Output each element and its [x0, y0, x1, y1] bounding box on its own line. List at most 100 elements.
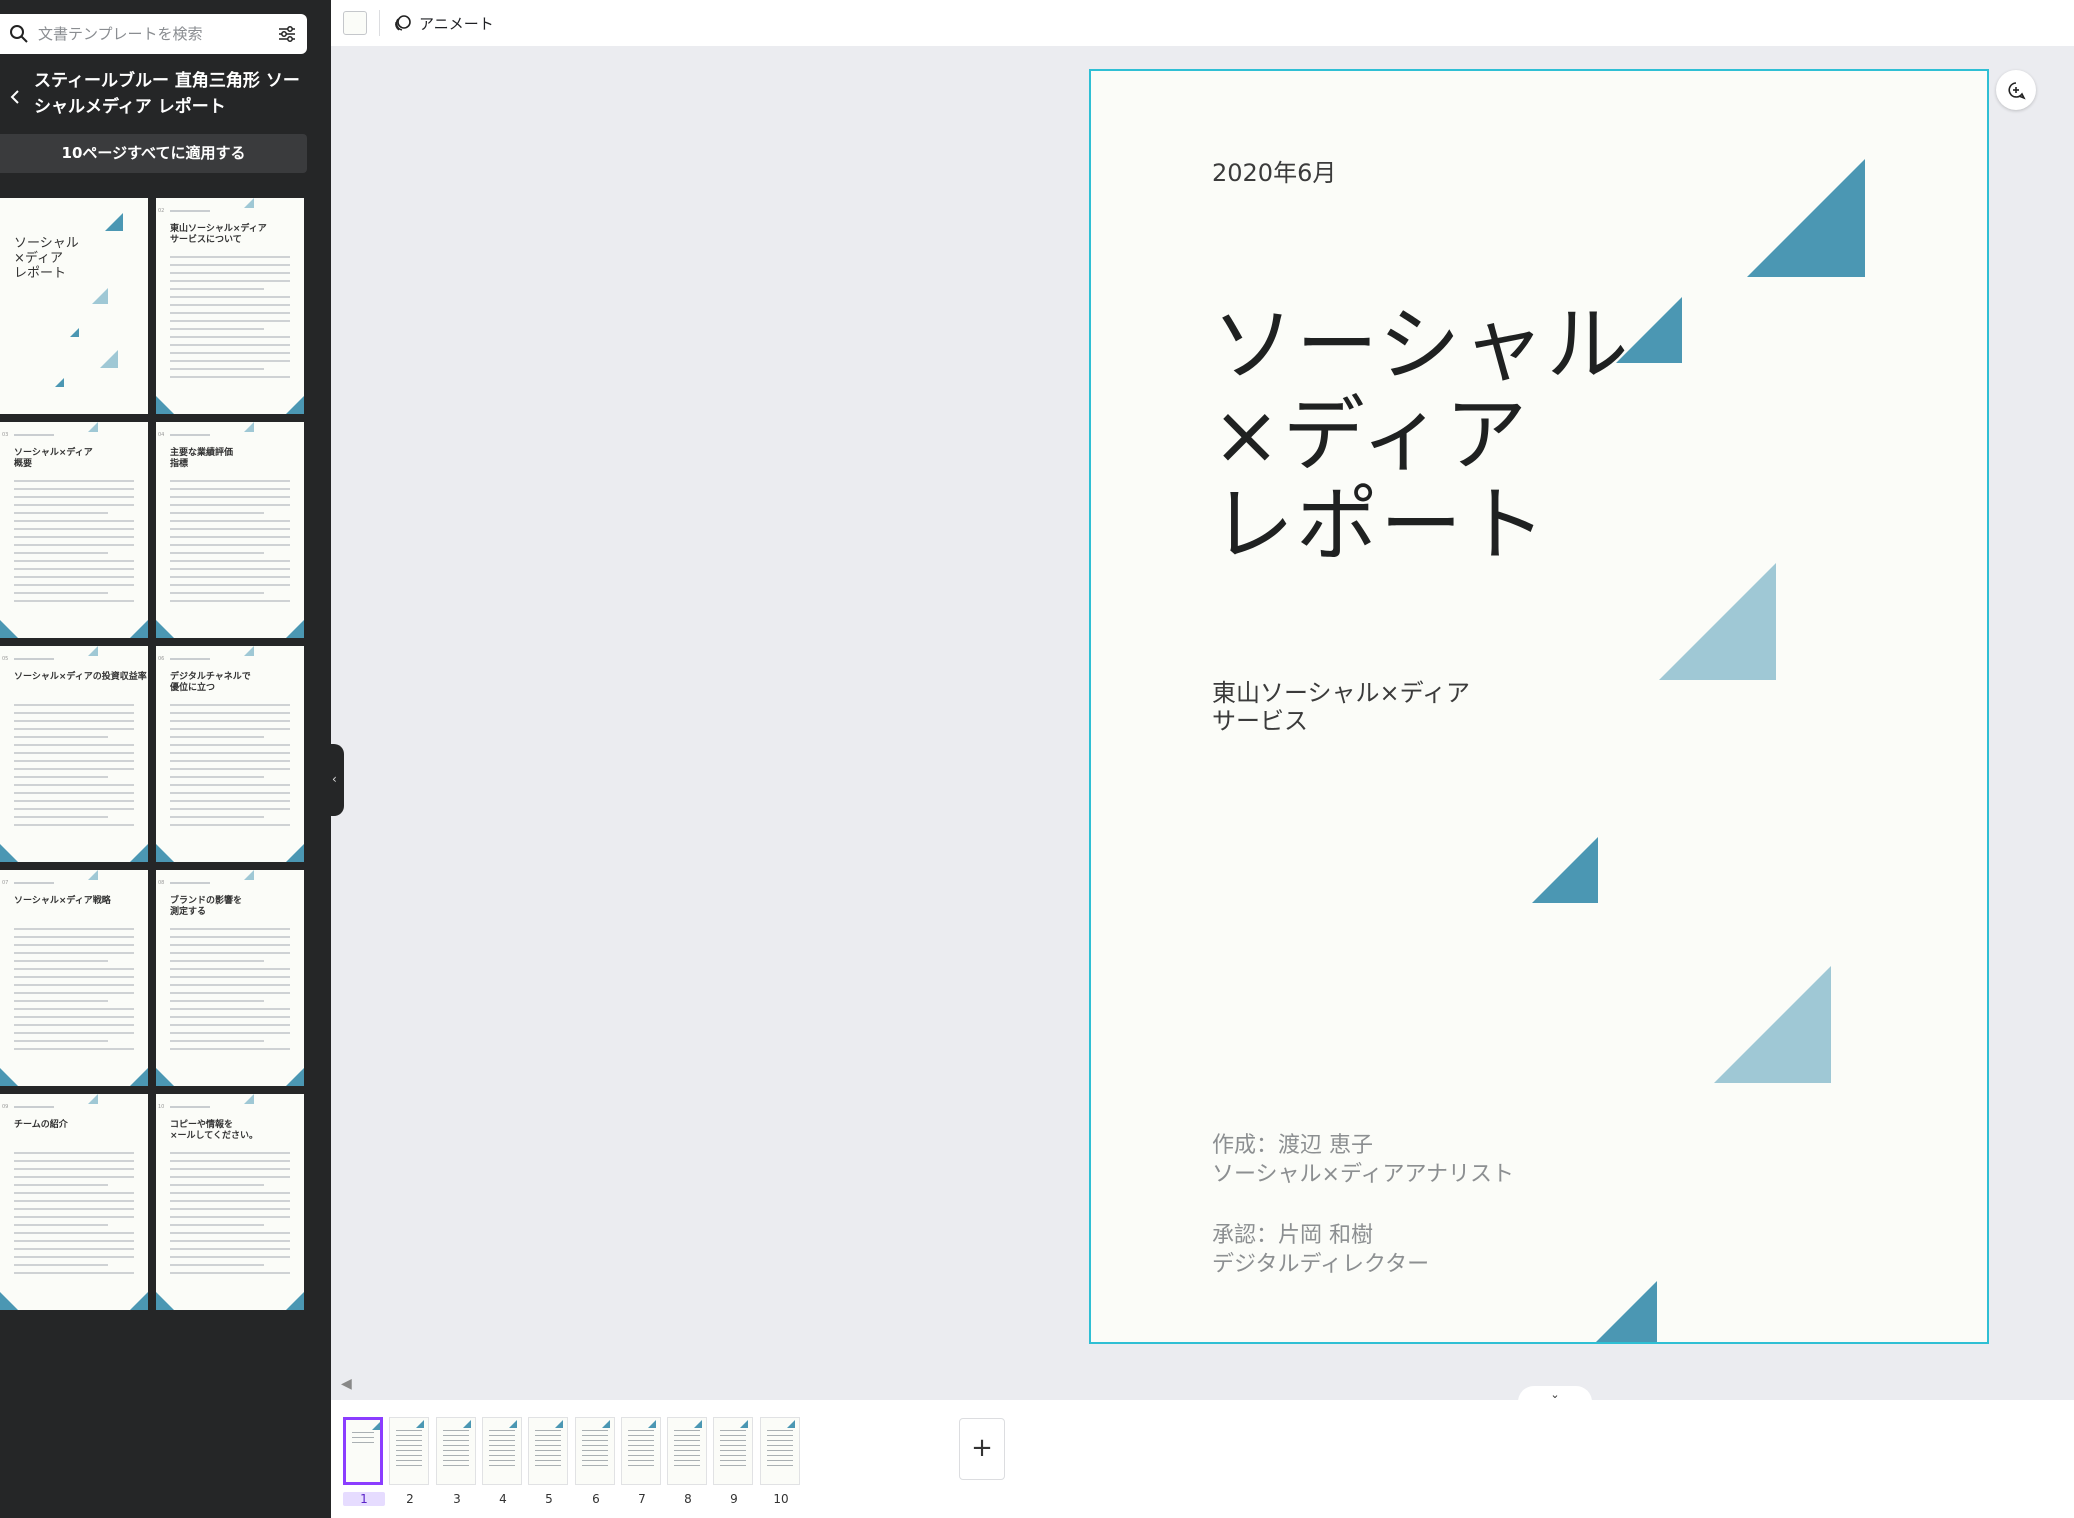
text-placeholder-line — [720, 1465, 746, 1466]
template-header: スティールブルー 直角三角形 ソーシャルメディア レポート — [0, 68, 331, 124]
text-placeholder-line — [14, 1192, 134, 1194]
triangle-shape — [286, 844, 304, 862]
page-thumbnail[interactable] — [482, 1417, 522, 1485]
page-thumbnail[interactable] — [343, 1417, 383, 1485]
template-page-heading: チームの紹介 — [14, 1120, 68, 1130]
add-page-button[interactable]: + — [959, 1418, 1005, 1480]
divider-line — [14, 434, 54, 436]
text-placeholder-line — [170, 1032, 290, 1034]
template-page-thumbnail[interactable]: 03 ソーシャル×ディア 概要 — [0, 422, 148, 638]
text-placeholder-line — [170, 528, 290, 530]
page-thumbnail[interactable] — [667, 1417, 707, 1485]
page-number-label: 6 — [592, 1492, 600, 1506]
text-placeholder-line — [352, 1437, 374, 1438]
template-page-thumbnail[interactable]: 10 コピーや情報を ×ールしてください。 — [156, 1094, 304, 1310]
report-approver[interactable]: 承認：片岡 和樹 デジタルディレクター — [1212, 1221, 1429, 1279]
triangle-shape — [156, 1292, 174, 1310]
apply-all-pages-button[interactable]: 10ページすべてに適用する — [0, 134, 307, 173]
triangle-shape — [463, 1420, 471, 1428]
page-thumbnail[interactable] — [389, 1417, 429, 1485]
page-thumbnail[interactable] — [436, 1417, 476, 1485]
text-placeholder-line — [170, 776, 264, 778]
text-placeholder-line — [170, 1040, 264, 1042]
triangle-shape[interactable] — [1532, 837, 1598, 903]
text-placeholder-line — [170, 736, 264, 738]
template-page-thumbnail[interactable]: 07 ソーシャル×ディア戦略 — [0, 870, 148, 1086]
template-page-thumbnail[interactable]: 02 東山ソーシャル×ディア サービスについて — [156, 198, 304, 414]
text-placeholder-line — [14, 736, 108, 738]
text-placeholder-line — [170, 336, 290, 338]
triangle-shape — [648, 1420, 656, 1428]
report-subtitle[interactable]: 東山ソーシャル×ディア サービス — [1212, 679, 1470, 735]
chevron-left-icon[interactable] — [6, 88, 24, 106]
add-comment-button[interactable] — [1996, 70, 2036, 110]
add-comment-icon — [2008, 82, 2026, 100]
collapse-sidebar-handle[interactable]: ‹ — [331, 744, 344, 816]
page-thumbnail[interactable] — [760, 1417, 800, 1485]
text-placeholder-line — [582, 1445, 608, 1446]
text-placeholder-line — [14, 1216, 134, 1218]
text-placeholder-line — [396, 1430, 422, 1431]
template-page-thumbnail[interactable]: 08 ブランドの影響を 測定する — [156, 870, 304, 1086]
page-thumbnail[interactable] — [713, 1417, 753, 1485]
template-page-thumbnail[interactable]: 06 デジタルチャネルで 優位に立つ — [156, 646, 304, 862]
text-placeholder-line — [14, 792, 134, 794]
text-placeholder-line — [170, 760, 290, 762]
triangle-shape — [156, 620, 174, 638]
text-placeholder-line — [14, 600, 134, 602]
page-thumbnail[interactable] — [621, 1417, 661, 1485]
text-placeholder-line — [170, 992, 290, 994]
report-title-line: ×ディア — [1212, 388, 1529, 483]
text-placeholder-line — [14, 944, 134, 946]
scroll-left-icon[interactable]: ◀ — [341, 1376, 352, 1392]
background-color-swatch[interactable] — [343, 11, 367, 35]
template-page-thumbnail[interactable]: ソーシャル ×ディア レポート — [0, 198, 148, 414]
author-line: ソーシャル×ディアアナリスト — [1212, 1162, 1515, 1187]
text-placeholder-line — [628, 1435, 654, 1436]
page-thumbnail[interactable] — [575, 1417, 615, 1485]
template-page-heading: 東山ソーシャル×ディア サービスについて — [170, 224, 267, 245]
report-date[interactable]: 2020年6月 — [1212, 153, 1336, 188]
template-page-thumbnail[interactable]: 05 ソーシャル×ディアの投資収益率 — [0, 646, 148, 862]
triangle-shape — [509, 1420, 517, 1428]
report-author[interactable]: 作成：渡辺 恵子 ソーシャル×ディアアナリスト — [1212, 1131, 1514, 1189]
text-placeholder-line — [170, 752, 290, 754]
text-placeholder-line — [170, 256, 290, 258]
template-page-thumbnail[interactable]: 04 主要な業績評価 指標 — [156, 422, 304, 638]
text-placeholder-line — [170, 944, 290, 946]
design-page[interactable]: 2020年6月 ソーシャル ×ディア レポート 東山ソーシャル×ディア サービス… — [1089, 69, 1989, 1344]
text-placeholder-line — [674, 1460, 700, 1461]
filter-icon[interactable] — [277, 24, 297, 44]
text-placeholder-line — [14, 936, 134, 938]
text-placeholder-line — [170, 1024, 290, 1026]
template-page-number: 09 — [2, 1104, 9, 1110]
triangle-shape — [286, 1292, 304, 1310]
text-placeholder-line — [14, 528, 134, 530]
search-icon — [10, 25, 28, 43]
triangle-shape[interactable] — [1616, 297, 1682, 363]
text-placeholder-line — [170, 1200, 290, 1202]
text-placeholder-line — [170, 496, 290, 498]
page-thumbnail[interactable] — [528, 1417, 568, 1485]
animate-button[interactable]: アニメート — [393, 8, 494, 38]
text-placeholder-line — [170, 488, 290, 490]
triangle-shape — [105, 213, 123, 231]
triangle-shape[interactable] — [1747, 159, 1865, 277]
template-page-thumbnail[interactable]: 09 チームの紹介 — [0, 1094, 148, 1310]
triangle-shape[interactable] — [1591, 1281, 1657, 1342]
text-placeholder-line — [396, 1455, 422, 1456]
text-placeholder-line — [14, 1208, 134, 1210]
report-title[interactable]: ソーシャル ×ディア レポート — [1212, 301, 1630, 571]
triangle-shape[interactable] — [1659, 563, 1776, 680]
text-placeholder-line — [14, 952, 134, 954]
toolbar-divider — [379, 10, 380, 36]
animate-label: アニメート — [419, 14, 494, 33]
search-input[interactable] — [38, 22, 258, 46]
page-number-label: 4 — [499, 1492, 507, 1506]
text-placeholder-line — [170, 1160, 290, 1162]
triangle-shape[interactable] — [1714, 966, 1831, 1083]
text-placeholder-line — [170, 984, 290, 986]
text-placeholder-line — [767, 1445, 793, 1446]
text-placeholder-line — [170, 936, 290, 938]
triangle-shape — [694, 1420, 702, 1428]
